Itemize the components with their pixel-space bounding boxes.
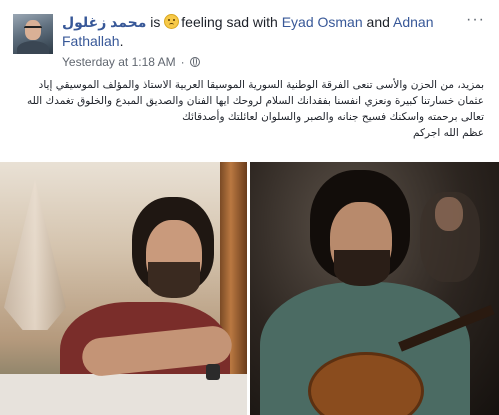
facebook-post: محمد زغلول is feeling sad with Eyad Osma…: [0, 0, 499, 415]
meta-separator: ·: [180, 55, 185, 69]
feeling-text: feeling sad with: [181, 14, 278, 30]
post-meta: Yesterday at 1:18 AM ·: [62, 55, 200, 69]
man-beard: [334, 250, 390, 286]
author-name-link[interactable]: محمد زغلول: [62, 14, 146, 30]
avatar-glasses: [24, 26, 42, 32]
photo-right[interactable]: [250, 162, 499, 415]
background-musician-face: [435, 197, 463, 231]
more-options-icon[interactable]: ···: [466, 12, 485, 28]
body-line-4: عظم الله اجركم: [413, 127, 484, 139]
body-line-1: بمزيد، من الحزن والأسى تنعى الفرقة الوطن…: [38, 79, 484, 91]
wristwatch: [206, 364, 220, 380]
body-line-3: تعالى برحمته واسكنك فسيح جنانه والصبر وا…: [182, 111, 484, 123]
is-text: is: [150, 14, 161, 30]
tagged-user-1-link[interactable]: Eyad Osman: [282, 14, 363, 30]
photo-left[interactable]: [0, 162, 247, 415]
period-text: .: [119, 33, 124, 49]
globe-icon[interactable]: [189, 57, 200, 67]
post-photos: [0, 162, 499, 415]
sad-face-emoji-icon: [164, 14, 180, 29]
timestamp-link[interactable]: Yesterday at 1:18 AM: [62, 55, 176, 69]
and-text: and: [366, 14, 390, 30]
umbrella-background: [4, 180, 66, 330]
man-beard: [148, 262, 200, 298]
body-line-2: عثمان خسارتنا كبيرة ونعزي انفسنا بفقدانك…: [26, 95, 484, 107]
wall-ledge: [0, 374, 247, 415]
author-avatar[interactable]: [13, 14, 53, 54]
avatar-shirt: [17, 41, 49, 54]
post-body: بمزيد، من الحزن والأسى تنعى الفرقة الوطن…: [12, 77, 484, 141]
post-header: محمد زغلول is feeling sad with Eyad Osma…: [62, 13, 462, 51]
